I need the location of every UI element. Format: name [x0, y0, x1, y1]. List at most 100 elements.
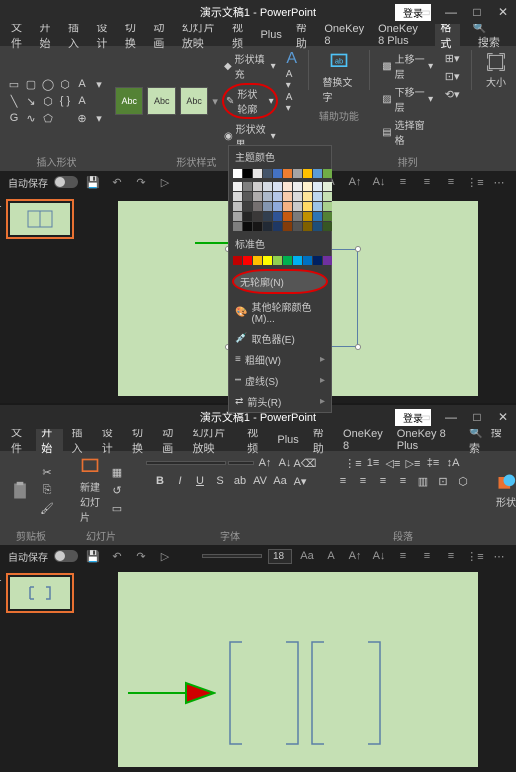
align-center-icon[interactable]: ≡	[418, 173, 436, 191]
bracket-shape-left[interactable]	[228, 640, 300, 746]
wordart-icon[interactable]: A	[286, 50, 297, 68]
color-swatch[interactable]	[273, 256, 282, 265]
color-swatch[interactable]	[233, 169, 242, 178]
format-painter-icon[interactable]: 🖌	[38, 501, 56, 517]
qat-font-color-icon[interactable]: A	[322, 547, 340, 565]
color-swatch[interactable]	[323, 222, 332, 231]
autosave-toggle[interactable]	[54, 176, 78, 188]
color-swatch[interactable]	[323, 192, 332, 201]
qat-font-combo[interactable]	[202, 554, 262, 558]
selection-handle[interactable]	[355, 344, 361, 350]
bullets-icon[interactable]: ⋮≡	[344, 455, 362, 471]
color-swatch[interactable]	[313, 222, 322, 231]
color-swatch[interactable]	[313, 212, 322, 221]
color-swatch[interactable]	[263, 169, 272, 178]
color-swatch[interactable]	[243, 182, 252, 191]
layout-icon[interactable]: ▦	[108, 465, 126, 481]
autosave-toggle[interactable]	[54, 550, 78, 562]
align-left-icon[interactable]: ≡	[394, 173, 412, 191]
color-swatch[interactable]	[263, 212, 272, 221]
color-swatch[interactable]	[293, 256, 302, 265]
color-swatch[interactable]	[293, 222, 302, 231]
menu-onekey8[interactable]: OneKey 8	[319, 21, 369, 49]
decrease-font-icon[interactable]: A↓	[276, 455, 294, 471]
more-colors-item[interactable]: 🎨 其他轮廓颜色(M)...	[229, 296, 331, 328]
text-outline-icon[interactable]: A ▾	[286, 92, 298, 114]
close-icon[interactable]: ✕	[490, 0, 516, 24]
thumbnail-pane[interactable]: 1	[0, 193, 80, 403]
color-swatch[interactable]	[303, 222, 312, 231]
redo-icon[interactable]: ↷	[132, 173, 150, 191]
maximize-icon[interactable]: □	[464, 405, 490, 429]
color-swatch[interactable]	[253, 169, 262, 178]
color-swatch[interactable]	[233, 212, 242, 221]
decrease-font-icon[interactable]: A↓	[370, 173, 388, 191]
color-swatch[interactable]	[243, 256, 252, 265]
paste-button[interactable]	[6, 479, 34, 503]
color-swatch[interactable]	[283, 202, 292, 211]
shape-gallery[interactable]: ▭▢◯⬡A▾ ╲↘⬡{ }A G∿⬠⊕▾	[6, 76, 107, 126]
send-backward-button[interactable]: ▨ 下移一层 ▾	[380, 83, 435, 115]
color-swatch[interactable]	[273, 182, 282, 191]
save-icon[interactable]: 💾	[84, 547, 102, 565]
color-swatch[interactable]	[283, 222, 292, 231]
cut-icon[interactable]: ✂	[38, 465, 56, 481]
color-swatch[interactable]	[313, 192, 322, 201]
color-swatch[interactable]	[293, 182, 302, 191]
color-swatch[interactable]	[253, 202, 262, 211]
color-swatch[interactable]	[263, 222, 272, 231]
color-swatch[interactable]	[273, 169, 282, 178]
align-text-icon[interactable]: ⊡	[434, 473, 452, 489]
qat-align-c-icon[interactable]: ≡	[418, 547, 436, 565]
indent-dec-icon[interactable]: ◁≡	[384, 455, 402, 471]
line-spacing-icon[interactable]: ‡≡	[424, 455, 442, 471]
color-swatch[interactable]	[303, 169, 312, 178]
color-swatch[interactable]	[313, 182, 322, 191]
color-swatch[interactable]	[293, 212, 302, 221]
shape-style-3[interactable]: Abc	[180, 87, 208, 115]
color-swatch[interactable]	[253, 222, 262, 231]
color-swatch[interactable]	[253, 212, 262, 221]
color-swatch[interactable]	[303, 256, 312, 265]
menu-onekey8[interactable]: OneKey 8	[338, 426, 388, 454]
bullets-icon[interactable]: ⋮≡	[466, 173, 484, 191]
font-size-combo[interactable]	[228, 461, 254, 465]
color-swatch[interactable]	[263, 202, 272, 211]
color-swatch[interactable]	[323, 212, 332, 221]
align-right-icon[interactable]: ≡	[374, 473, 392, 489]
color-swatch[interactable]	[273, 192, 282, 201]
color-swatch[interactable]	[243, 202, 252, 211]
copy-icon[interactable]: ⎘	[38, 483, 56, 499]
maximize-icon[interactable]: □	[464, 0, 490, 24]
group-icon[interactable]: ⊡▾	[443, 68, 461, 84]
qat-size-combo[interactable]: 18	[268, 549, 292, 564]
color-swatch[interactable]	[313, 202, 322, 211]
shape-style-1[interactable]: Abc	[115, 87, 143, 115]
dashes-item[interactable]: ┅ 虚线(S)▸	[229, 370, 331, 391]
menu-plus[interactable]: Plus	[255, 27, 286, 43]
color-swatch[interactable]	[283, 212, 292, 221]
undo-icon[interactable]: ↶	[108, 173, 126, 191]
undo-icon[interactable]: ↶	[108, 547, 126, 565]
color-swatch[interactable]	[303, 182, 312, 191]
align-center-icon[interactable]: ≡	[354, 473, 372, 489]
save-icon[interactable]: 💾	[84, 173, 102, 191]
align-icon[interactable]: ⊞▾	[443, 50, 461, 66]
text-fill-icon[interactable]: A ▾	[286, 69, 298, 91]
color-swatch[interactable]	[303, 212, 312, 221]
qat-dec-icon[interactable]: A↓	[370, 547, 388, 565]
color-swatch[interactable]	[293, 192, 302, 201]
indent-inc-icon[interactable]: ▷≡	[404, 455, 422, 471]
color-swatch[interactable]	[303, 192, 312, 201]
style-more-icon[interactable]: ▾	[212, 95, 218, 108]
color-swatch[interactable]	[323, 202, 332, 211]
align-left-icon[interactable]: ≡	[334, 473, 352, 489]
size-button[interactable]: 大小	[482, 50, 510, 91]
font-color-icon[interactable]: A▾	[291, 473, 309, 489]
theme-color-row[interactable]	[229, 167, 331, 180]
menu-onekey8plus[interactable]: OneKey 8 Plus	[392, 426, 456, 454]
color-swatch[interactable]	[253, 256, 262, 265]
color-swatch[interactable]	[283, 182, 292, 191]
bold-icon[interactable]: B	[151, 473, 169, 489]
color-swatch[interactable]	[293, 202, 302, 211]
